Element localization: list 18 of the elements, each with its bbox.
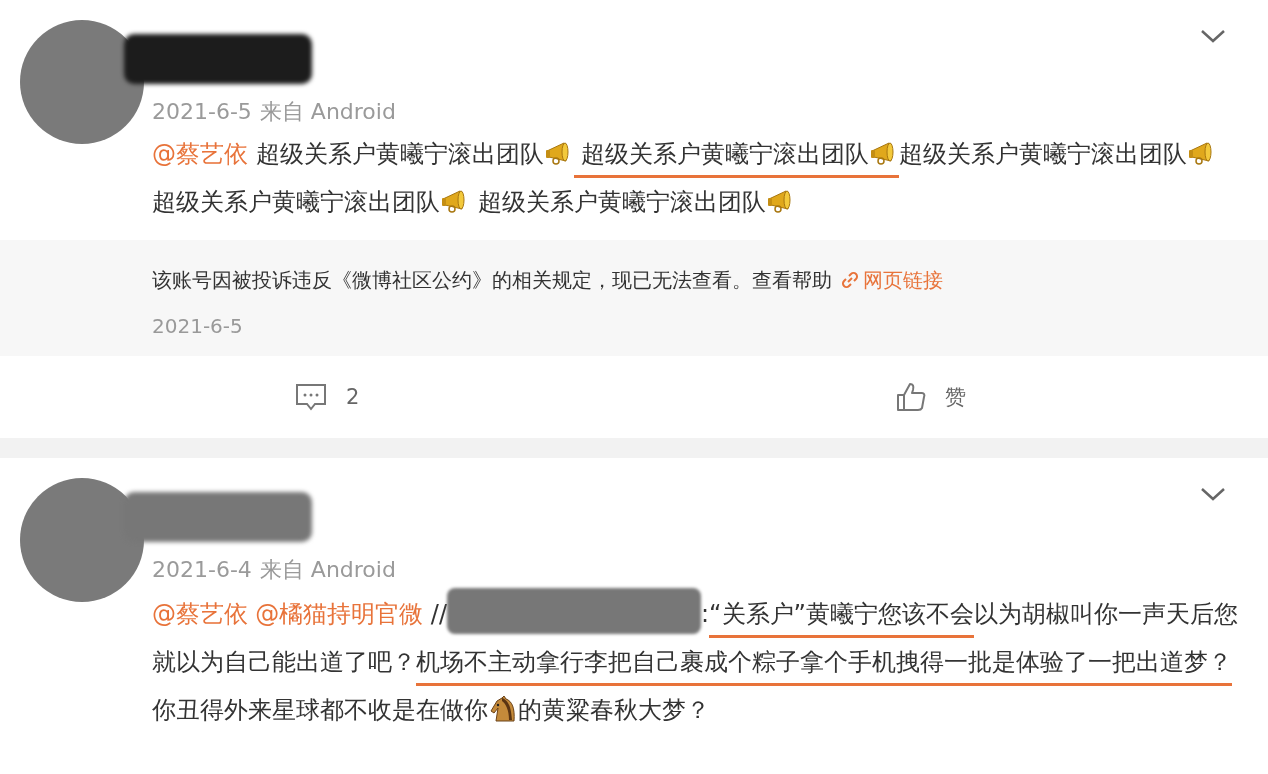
thumbs-up-icon <box>895 381 928 413</box>
web-link[interactable]: 网页链接 <box>840 262 943 298</box>
post-time: 2021-6-4 <box>152 556 252 584</box>
post-source: 来自 Android <box>259 98 396 126</box>
link-icon <box>840 270 860 290</box>
post-time: 2021-6-5 <box>152 98 252 126</box>
mention-link[interactable]: @橘猫持明官微 <box>255 600 424 628</box>
mention-link[interactable]: @蔡艺依 <box>152 600 248 628</box>
quote-date: 2021-6-5 <box>152 313 244 340</box>
like-button[interactable]: 赞 <box>895 381 967 413</box>
comment-text: @蔡艺依 超级关系户黄曦宁滚出团队 超级关系户黄曦宁滚出团队 超级关系户黄曦宁滚出团队 超级关系户黄曦宁滚出团队 超级关系户黄曦宁滚出团队 <box>152 130 1238 240</box>
comment-icon <box>294 382 328 412</box>
comment-text: @蔡艺依 @橘猫持明官微 // :“关系户”黄曦宁您该不会以为胡椒叫你一声天后您就以为自己能出道了吧？机场不主动拿行李把自己裹成个粽子拿个手机拽得一批是体验了一把出道梦？ 你丑得外来星球都不收是在做你 的黄粱春秋大梦？ <box>152 588 1238 748</box>
post-source: 来自 Android <box>259 556 396 584</box>
horse-icon <box>488 696 518 722</box>
comment-button[interactable]: 2 <box>294 382 360 412</box>
mention-link[interactable]: @蔡艺依 <box>152 140 248 168</box>
notice-text: 该账号因被投诉违反《微博社区公约》的相关规定，现已无法查看。查看帮助 <box>152 267 832 294</box>
